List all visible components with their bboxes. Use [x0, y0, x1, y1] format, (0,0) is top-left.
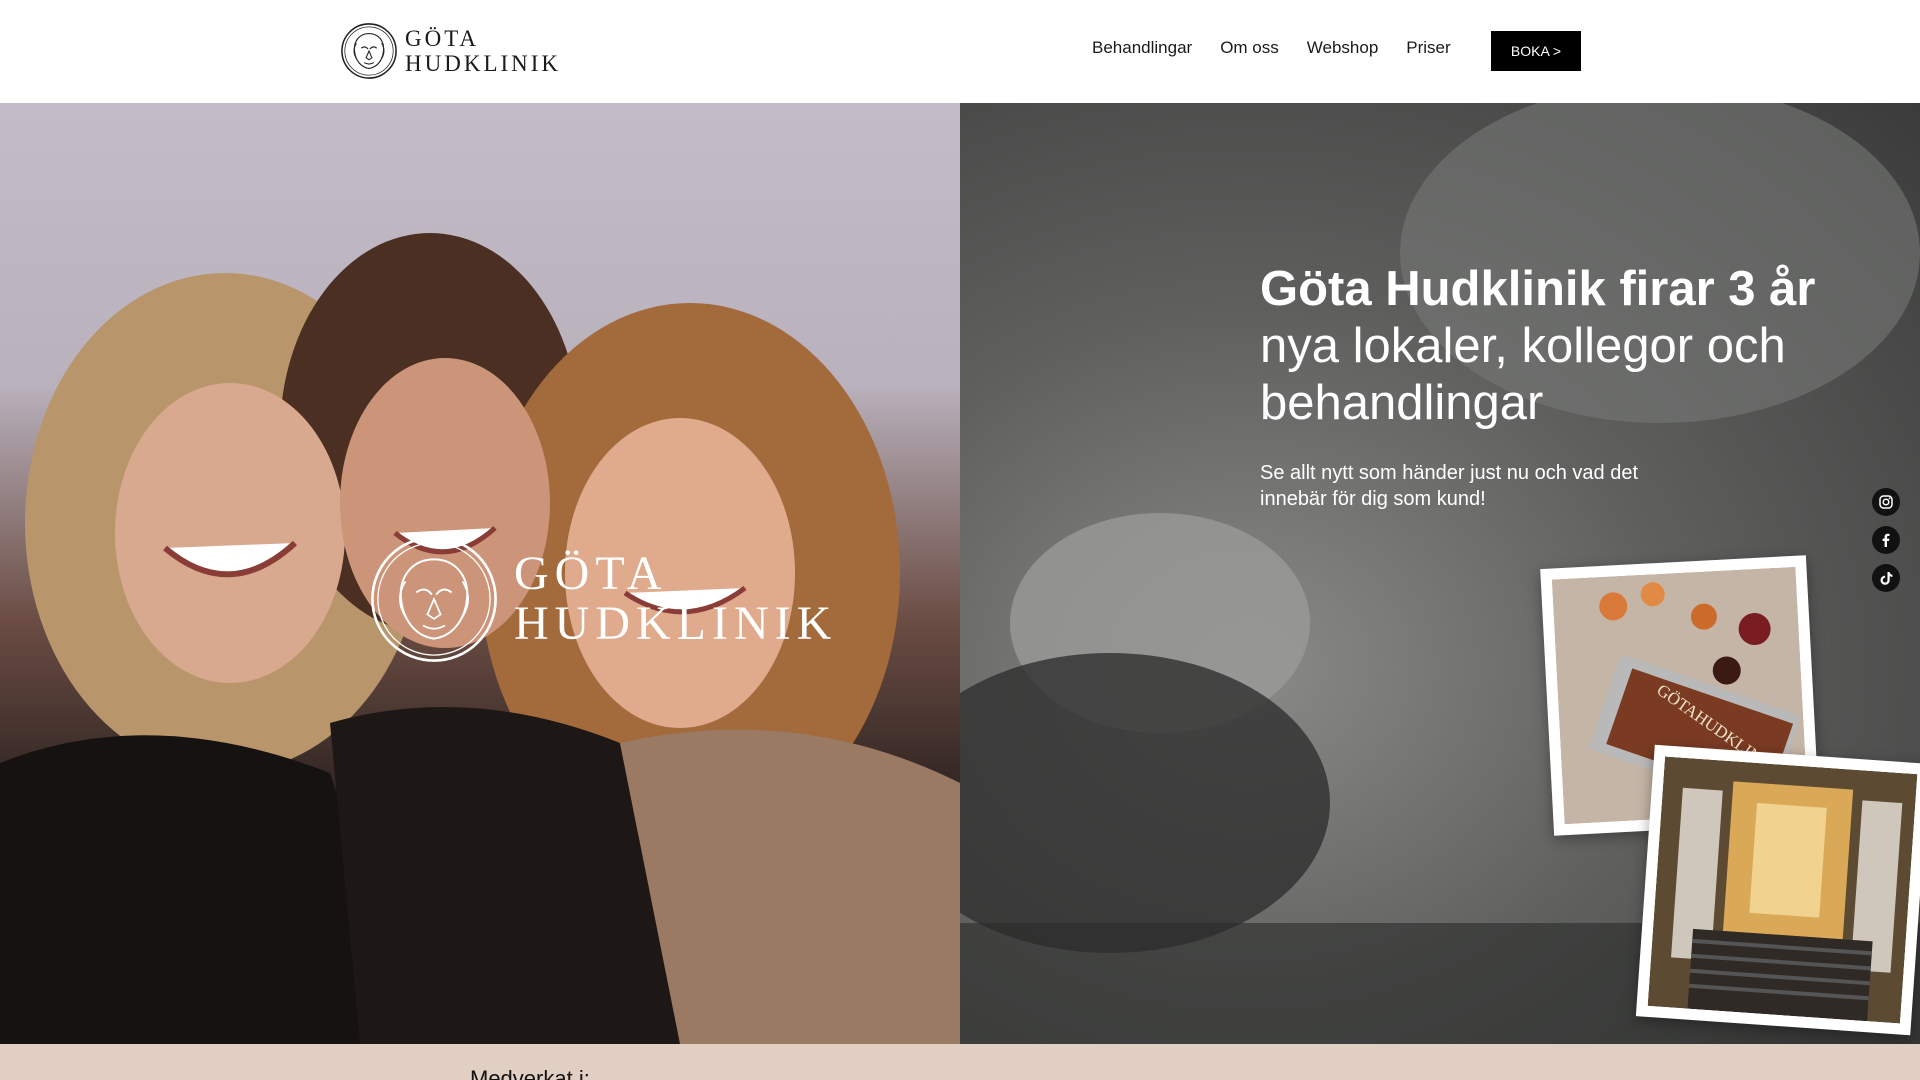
- book-button[interactable]: BOKA >: [1491, 31, 1581, 71]
- featured-in-label: Medverkat i:: [470, 1066, 590, 1080]
- logo-line-2: HUDKLINIK: [405, 51, 562, 76]
- instagram-icon[interactable]: [1872, 488, 1900, 516]
- nav-item-priser[interactable]: Priser: [1406, 38, 1450, 58]
- lion-crest-icon: [341, 23, 397, 79]
- hero-subtitle: Se allt nytt som händer just nu och vad …: [1260, 460, 1720, 512]
- site-header: GÖTA HUDKLINIK Behandlingar Om oss Websh…: [0, 0, 1920, 103]
- hero-overlay-logo: GÖTA HUDKLINIK: [368, 533, 837, 665]
- main-nav: Behandlingar Om oss Webshop Priser: [1092, 38, 1451, 58]
- hero-subtitle-line-2: innebär för dig som kund!: [1260, 488, 1486, 510]
- hero-section: GÖTA HUDKLINIK Göta Hudklinik firar 3 år…: [0, 103, 1920, 1044]
- social-bar: [1872, 488, 1900, 592]
- hero-heading-line-2: nya lokaler, kollegor och: [1260, 319, 1786, 373]
- hero-women-image: GÖTA HUDKLINIK: [0, 103, 960, 1044]
- hero-logo-line-1: GÖTA: [514, 547, 668, 600]
- facebook-icon[interactable]: [1872, 526, 1900, 554]
- tiktok-icon[interactable]: [1872, 564, 1900, 592]
- hero-logo-line-2: HUDKLINIK: [514, 597, 838, 650]
- lion-crest-icon: [371, 536, 497, 662]
- featured-in-band: Medverkat i:: [0, 1044, 1920, 1080]
- nav-item-webshop[interactable]: Webshop: [1307, 38, 1379, 58]
- stairs-photo-image: [1647, 756, 1918, 1024]
- hero-heading: Göta Hudklinik firar 3 år nya lokaler, k…: [1260, 261, 1860, 432]
- hero-subtitle-line-1: Se allt nytt som händer just nu och vad …: [1260, 462, 1638, 484]
- hero-heading-line-3: behandlingar: [1260, 376, 1544, 430]
- nav-item-om-oss[interactable]: Om oss: [1220, 38, 1279, 58]
- logo-line-1: GÖTA: [405, 26, 480, 51]
- logo-wordmark: GÖTA HUDKLINIK: [405, 26, 561, 76]
- stairs-photo: [1635, 744, 1920, 1036]
- hero-heading-strong: Göta Hudklinik firar 3 år: [1260, 262, 1816, 316]
- nav-item-behandlingar[interactable]: Behandlingar: [1092, 38, 1192, 58]
- site-logo[interactable]: GÖTA HUDKLINIK: [340, 21, 561, 81]
- hero-logo-wordmark: GÖTA HUDKLINIK: [514, 549, 837, 649]
